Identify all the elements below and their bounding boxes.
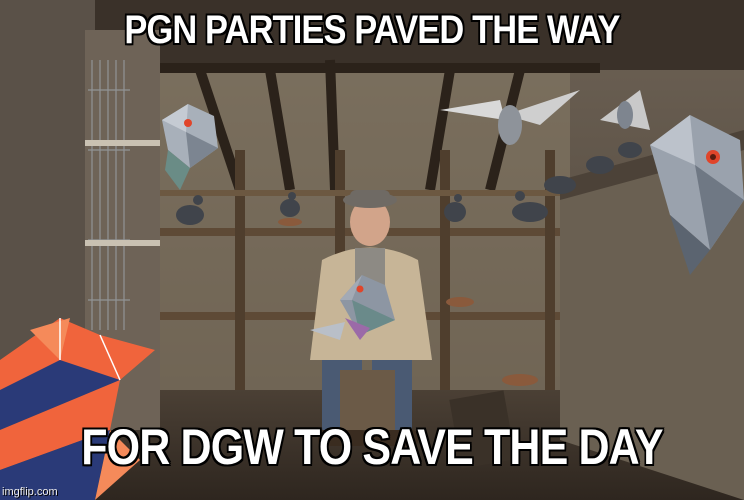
bottom-caption: FOR DGW TO SAVE THE DAY [81,419,663,475]
imgflip-watermark: imgflip.com [2,486,58,498]
meme-image: PGN PARTIES PAVED THE WAY FOR DGW TO SAV… [0,0,744,500]
top-caption: PGN PARTIES PAVED THE WAY [124,8,620,52]
